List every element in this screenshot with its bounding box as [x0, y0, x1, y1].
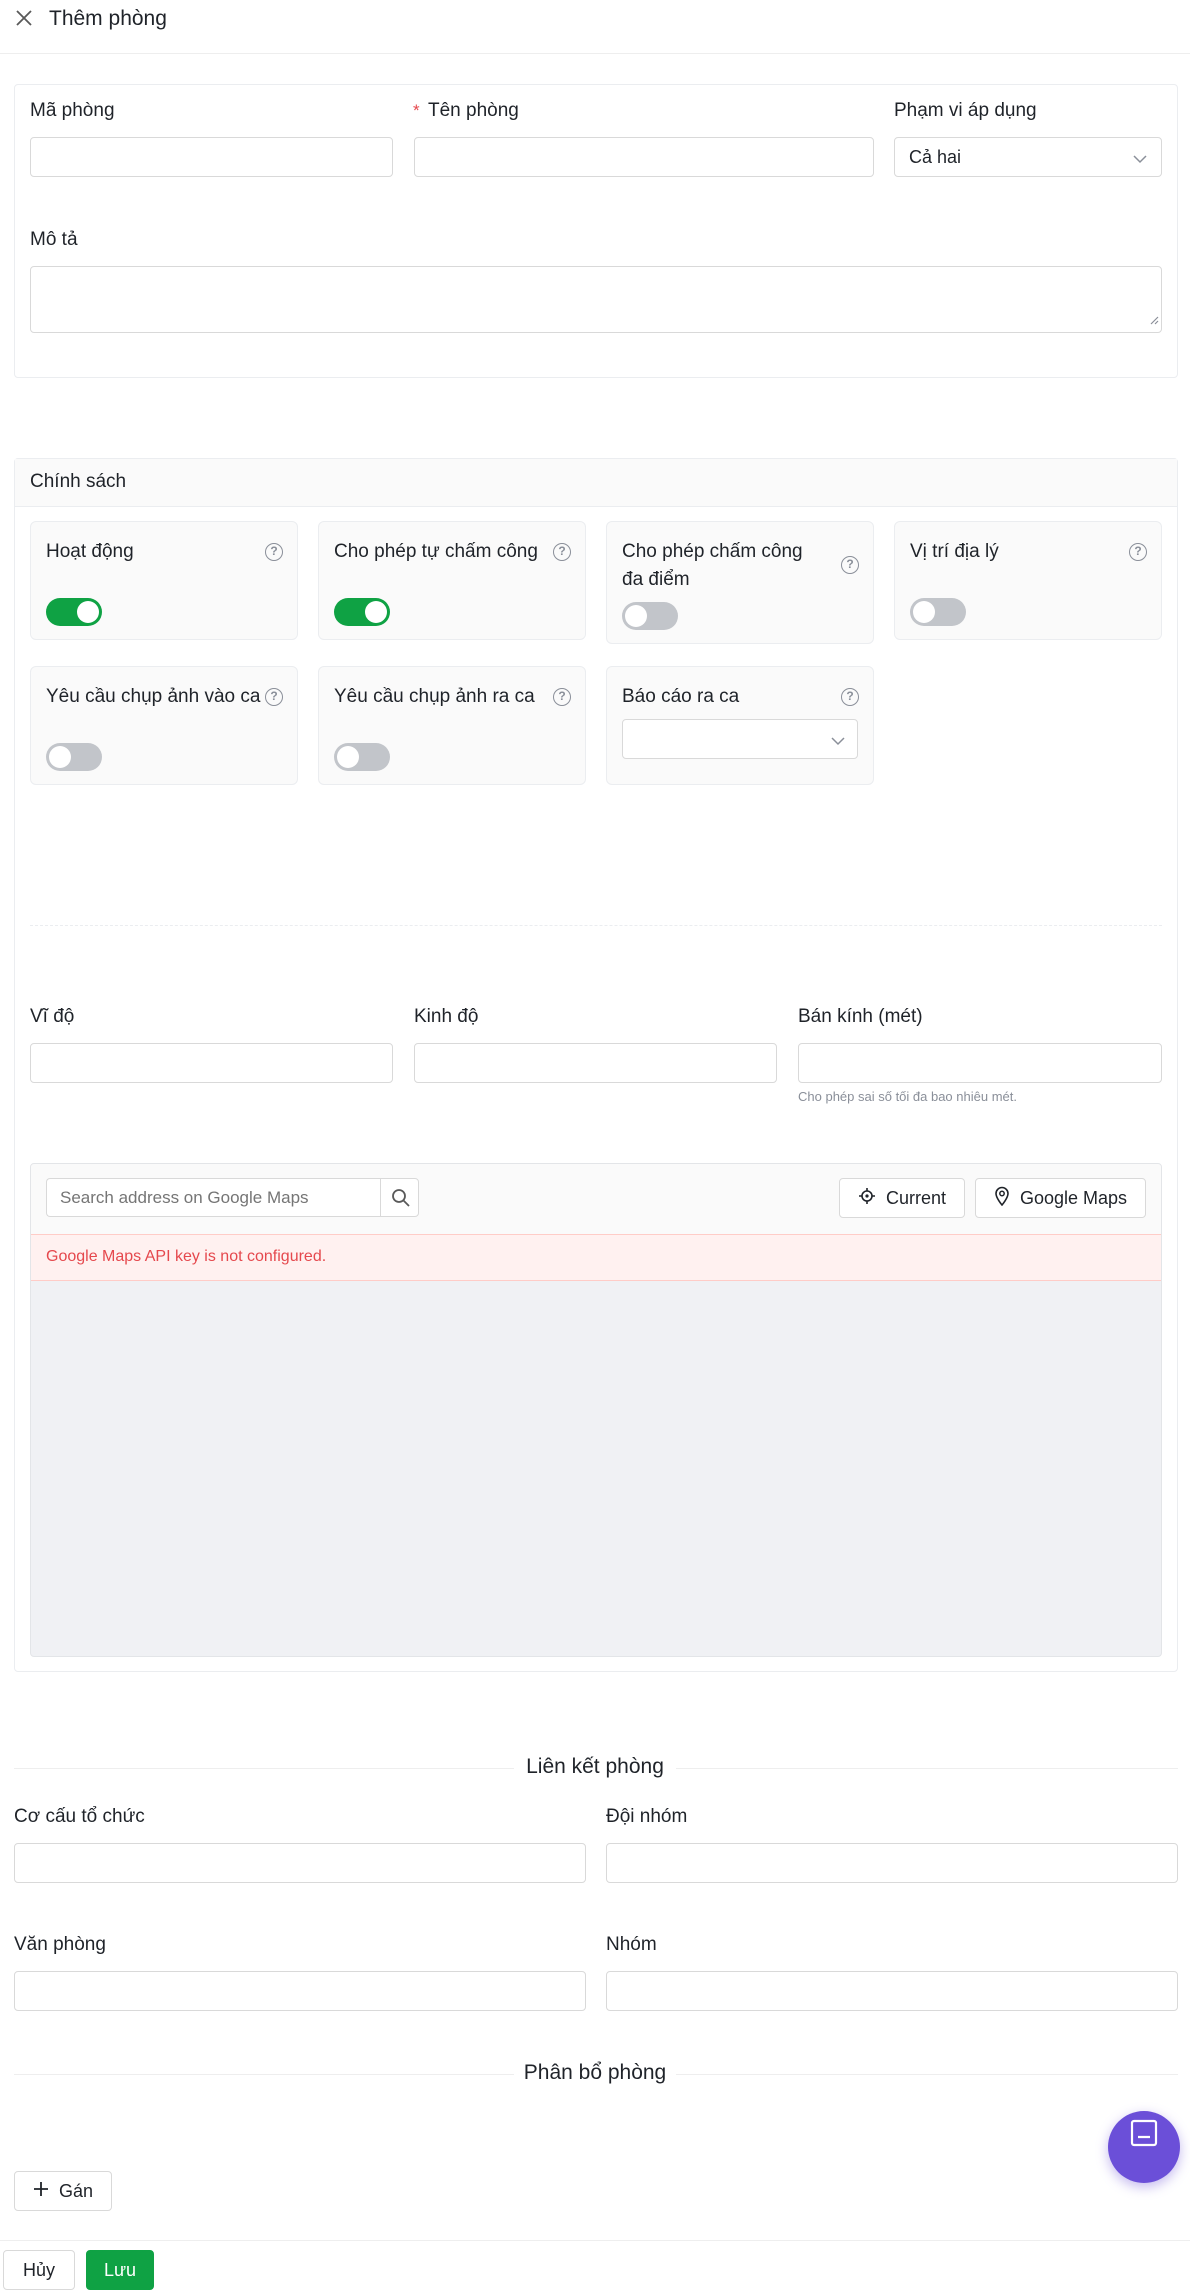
- geolocation-toggle[interactable]: [910, 598, 966, 626]
- close-icon[interactable]: [12, 6, 36, 30]
- room-name-label: Tên phòng: [428, 100, 519, 121]
- photo-checkin-toggle[interactable]: [46, 743, 102, 771]
- footer-divider: [0, 2240, 1190, 2241]
- org-structure-input[interactable]: [14, 1843, 586, 1883]
- scope-label: Phạm vi áp dụng: [894, 100, 1037, 121]
- links-section-title: Liên kết phòng: [526, 1755, 664, 1778]
- scope-value: Cả hai: [909, 147, 962, 167]
- policy-header: [15, 459, 1177, 507]
- policy-card-label: Yêu cầu chụp ảnh ra ca: [334, 686, 535, 707]
- section-divider-right: [676, 1768, 1178, 1769]
- help-icon[interactable]: ?: [265, 688, 283, 706]
- policy-card-geolocation: Vị trí địa lý ?: [894, 521, 1162, 640]
- policy-card-label: Cho phép tự chấm công: [334, 541, 538, 562]
- self-checkin-toggle[interactable]: [334, 598, 390, 626]
- office-input[interactable]: [14, 1971, 586, 2011]
- current-location-button[interactable]: Current: [839, 1178, 965, 1218]
- policy-card-label: Báo cáo ra ca: [622, 686, 740, 707]
- search-icon: [391, 1188, 411, 1213]
- team-input[interactable]: [606, 1843, 1178, 1883]
- help-icon[interactable]: ?: [1129, 543, 1147, 561]
- section-divider-right: [676, 2074, 1178, 2075]
- policy-divider: [30, 925, 1162, 926]
- policy-card-active: Hoạt động ?: [30, 521, 298, 640]
- group-label: Nhóm: [606, 1934, 657, 1955]
- cancel-button[interactable]: Hủy: [3, 2250, 75, 2290]
- checkout-report-select[interactable]: [622, 719, 858, 759]
- room-code-label: Mã phòng: [30, 100, 115, 121]
- room-name-input[interactable]: [414, 137, 874, 177]
- current-label: Current: [885, 1187, 947, 1208]
- floating-action-button[interactable]: [1108, 2111, 1180, 2183]
- help-icon[interactable]: ?: [841, 688, 859, 706]
- map-container: Google Maps API key is not configured.: [30, 1163, 1162, 1657]
- policy-card-self-checkin: Cho phép tự chấm công ?: [318, 521, 586, 640]
- crosshair-icon: [858, 1187, 876, 1210]
- description-textarea[interactable]: [30, 266, 1162, 333]
- policy-card-multi-location: Cho phép chấm công đa điểm ?: [606, 521, 874, 644]
- policy-card-photo-checkout: Yêu cầu chụp ảnh ra ca ?: [318, 666, 586, 785]
- policy-card-checkout-report: Báo cáo ra ca ?: [606, 666, 874, 785]
- org-structure-label: Cơ cấu tổ chức: [14, 1806, 145, 1827]
- header-divider: [0, 53, 1190, 54]
- assign-button[interactable]: Gán: [14, 2171, 112, 2211]
- map-error-banner: Google Maps API key is not configured.: [31, 1234, 1161, 1281]
- group-input[interactable]: [606, 1971, 1178, 2011]
- team-label: Đội nhóm: [606, 1806, 688, 1827]
- photo-checkout-toggle[interactable]: [334, 743, 390, 771]
- help-icon[interactable]: ?: [553, 688, 571, 706]
- room-code-input[interactable]: [30, 137, 393, 177]
- location-pin-icon: [994, 1186, 1010, 1211]
- save-button[interactable]: Lưu: [86, 2250, 154, 2290]
- office-label: Văn phòng: [14, 1934, 106, 1955]
- map-search-input[interactable]: [46, 1178, 381, 1217]
- allocation-section-title: Phân bổ phòng: [523, 2061, 667, 2084]
- map-error-text: Google Maps API key is not configured.: [46, 1248, 327, 1265]
- policy-card-photo-checkin: Yêu cầu chụp ảnh vào ca ?: [30, 666, 298, 785]
- multi-location-toggle[interactable]: [622, 602, 678, 630]
- google-maps-button[interactable]: Google Maps: [975, 1178, 1146, 1218]
- required-mark: *: [413, 101, 420, 120]
- help-icon[interactable]: ?: [265, 543, 283, 561]
- description-label: Mô tả: [30, 229, 78, 250]
- page-title: Thêm phòng: [49, 7, 167, 30]
- radius-input[interactable]: [798, 1043, 1162, 1083]
- general-info-panel: [14, 84, 1178, 378]
- help-icon[interactable]: ?: [841, 556, 859, 574]
- google-maps-label: Google Maps: [1019, 1187, 1128, 1208]
- policy-card-label: Yêu cầu chụp ảnh vào ca: [46, 686, 261, 707]
- clipboard-icon: [1128, 2119, 1160, 2154]
- chevron-down-icon: [1133, 151, 1147, 169]
- radius-hint: Cho phép sai số tối đa bao nhiêu mét.: [798, 1089, 1017, 1104]
- policy-card-label: Hoạt động: [46, 541, 134, 562]
- save-label: Lưu: [103, 2259, 137, 2280]
- map-search-button[interactable]: [380, 1178, 419, 1217]
- help-icon[interactable]: ?: [553, 543, 571, 561]
- latitude-label: Vĩ độ: [30, 1006, 75, 1027]
- policy-card-label: Cho phép chấm công đa điểm: [622, 541, 803, 590]
- cancel-label: Hủy: [22, 2259, 55, 2280]
- assign-label: Gán: [58, 2180, 94, 2201]
- policy-title: Chính sách: [30, 471, 127, 492]
- policy-card-label: Vị trí địa lý: [910, 541, 999, 562]
- longitude-input[interactable]: [414, 1043, 777, 1083]
- resize-handle-icon[interactable]: [1149, 312, 1159, 330]
- scope-select[interactable]: Cả hai: [894, 137, 1162, 177]
- latitude-input[interactable]: [30, 1043, 393, 1083]
- plus-icon: [33, 2181, 49, 2202]
- radius-label: Bán kính (mét): [798, 1006, 923, 1027]
- chevron-down-icon: [831, 733, 845, 751]
- active-toggle[interactable]: [46, 598, 102, 626]
- longitude-label: Kinh độ: [414, 1006, 479, 1027]
